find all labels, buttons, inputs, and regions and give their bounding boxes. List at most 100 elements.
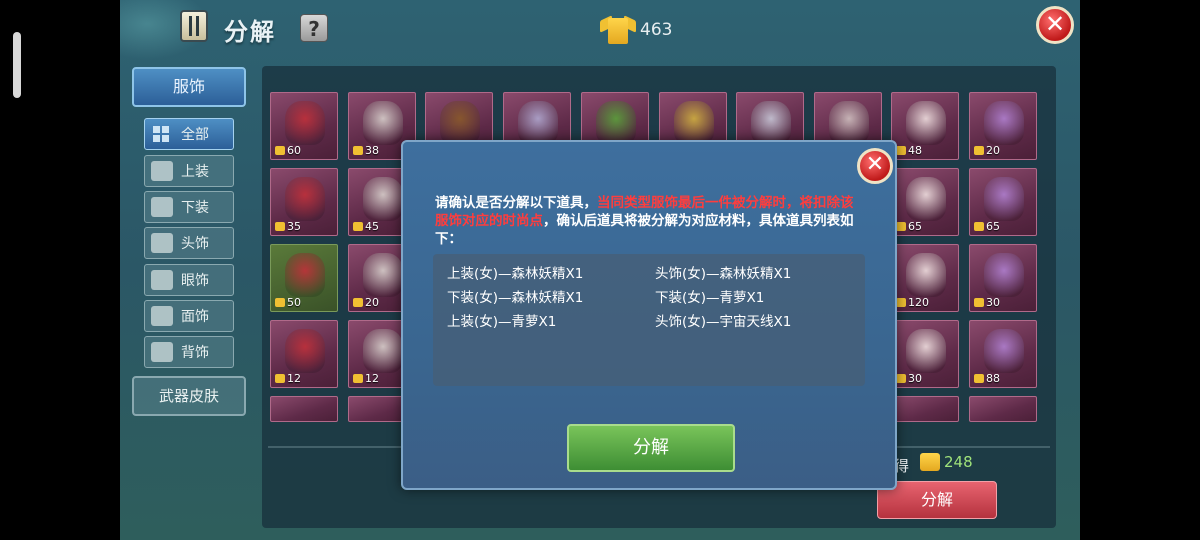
tab-weapon-skins[interactable]: 武器皮肤: [132, 376, 246, 416]
sidebar-item-label: 头饰: [181, 236, 209, 252]
item-thumbnail: [285, 329, 325, 373]
game-screen: 分解 ? 463 ✕ 服饰 全部 上装 下装 头饰 眼饰 面饰 背饰 武器皮肤 …: [120, 0, 1080, 540]
sidebar-item-label: 面饰: [181, 309, 209, 325]
item-list: 上装(女)—森林妖精X1 头饰(女)—森林妖精X1 下装(女)—森林妖精X1 下…: [433, 254, 865, 386]
sidebar-item-label: 全部: [181, 127, 209, 143]
item-slot[interactable]: 20: [969, 92, 1037, 160]
tab-costume[interactable]: 服饰: [132, 67, 246, 107]
total-yield: 248: [920, 453, 973, 471]
close-button[interactable]: ✕: [1036, 6, 1074, 44]
item-quantity: 38: [353, 144, 379, 157]
dialog-message: 请确认是否分解以下道具，当同类型服饰最后一件被分解时，将扣除该服饰对应的时尚点，…: [435, 194, 865, 248]
item-slot[interactable]: 12: [270, 320, 338, 388]
sidebar-item-back[interactable]: 背饰: [144, 336, 234, 368]
item-thumbnail: [906, 253, 946, 297]
item-quantity: 30: [896, 372, 922, 385]
help-button[interactable]: ?: [300, 14, 328, 42]
item-thumbnail: [363, 329, 403, 373]
dialog-message-part1: 请确认是否分解以下道具，: [435, 195, 597, 211]
item-thumbnail: [363, 253, 403, 297]
item-quantity: 50: [275, 296, 301, 309]
item-slot[interactable]: [270, 396, 338, 422]
list-item: 头饰(女)—森林妖精X1: [655, 266, 792, 282]
sidebar-item-label: 下装: [181, 200, 209, 216]
item-thumbnail: [285, 177, 325, 221]
item-slot[interactable]: 60: [270, 92, 338, 160]
item-quantity: 35: [275, 220, 301, 233]
item-quantity: 20: [353, 296, 379, 309]
item-quantity: 12: [275, 372, 301, 385]
sidebar-item-bottom[interactable]: 下装: [144, 191, 234, 223]
system-gesture-bar[interactable]: [13, 32, 21, 98]
item-thumbnail: [984, 329, 1024, 373]
sidebar-item-label: 眼饰: [181, 273, 209, 289]
item-quantity: 30: [974, 296, 1000, 309]
item-quantity: 60: [275, 144, 301, 157]
shirt-currency-icon: [920, 453, 940, 471]
list-item: 下装(女)—森林妖精X1: [447, 290, 584, 306]
headwear-icon: [151, 233, 173, 253]
item-slot[interactable]: 50: [270, 244, 338, 312]
item-thumbnail: [906, 329, 946, 373]
item-thumbnail: [829, 101, 869, 145]
confirm-decompose-button[interactable]: 分解: [567, 424, 735, 472]
item-thumbnail: [751, 101, 791, 145]
shirt-currency-icon: [600, 14, 636, 46]
item-quantity: 12: [353, 372, 379, 385]
currency-value: 463: [640, 20, 673, 40]
letterbox-right: [1080, 0, 1200, 540]
item-thumbnail: [285, 101, 325, 145]
letterbox-left: [0, 0, 120, 540]
item-thumbnail: [984, 101, 1024, 145]
item-thumbnail: [440, 101, 480, 145]
item-slot[interactable]: 120: [891, 244, 959, 312]
item-slot[interactable]: [969, 396, 1037, 422]
item-quantity: 20: [974, 144, 1000, 157]
item-slot[interactable]: 30: [969, 244, 1037, 312]
item-slot[interactable]: 48: [891, 92, 959, 160]
currency-display: 463: [600, 14, 672, 46]
item-slot[interactable]: 35: [270, 168, 338, 236]
sidebar-item-face[interactable]: 面饰: [144, 300, 234, 332]
item-thumbnail: [674, 101, 714, 145]
item-thumbnail: [596, 101, 636, 145]
list-item: 头饰(女)—宇宙天线X1: [655, 314, 792, 330]
sidebar-item-all[interactable]: 全部: [144, 118, 234, 150]
eyewear-icon: [151, 270, 173, 290]
item-thumbnail: [984, 253, 1024, 297]
list-item: 下装(女)—青萝X1: [655, 290, 765, 306]
top-clothing-icon: [151, 161, 173, 181]
sidebar-item-label: 背饰: [181, 345, 209, 361]
sidebar-item-eyewear[interactable]: 眼饰: [144, 264, 234, 296]
item-quantity: 65: [974, 220, 1000, 233]
item-thumbnail: [984, 177, 1024, 221]
page-title: 分解: [224, 18, 276, 46]
list-item: 上装(女)—森林妖精X1: [447, 266, 584, 282]
item-quantity: 65: [896, 220, 922, 233]
item-thumbnail: [518, 101, 558, 145]
item-quantity: 45: [353, 220, 379, 233]
book-icon: [180, 10, 208, 42]
back-accessory-icon: [151, 342, 173, 362]
item-slot[interactable]: 65: [969, 168, 1037, 236]
grid-icon: [151, 124, 173, 144]
item-quantity: 48: [896, 144, 922, 157]
item-thumbnail: [363, 177, 403, 221]
face-accessory-icon: [151, 306, 173, 326]
confirm-dialog: ✕ 请确认是否分解以下道具，当同类型服饰最后一件被分解时，将扣除该服饰对应的时尚…: [401, 140, 897, 490]
item-thumbnail: [363, 101, 403, 145]
item-slot[interactable]: 88: [969, 320, 1037, 388]
item-slot[interactable]: [891, 396, 959, 422]
item-quantity: 88: [974, 372, 1000, 385]
sidebar-item-headwear[interactable]: 头饰: [144, 227, 234, 259]
item-slot[interactable]: 65: [891, 168, 959, 236]
dialog-close-button[interactable]: ✕: [857, 148, 893, 184]
list-item: 上装(女)—青萝X1: [447, 314, 557, 330]
bottom-clothing-icon: [151, 197, 173, 217]
item-quantity: 120: [896, 296, 929, 309]
sidebar-item-top[interactable]: 上装: [144, 155, 234, 187]
item-thumbnail: [285, 253, 325, 297]
item-slot[interactable]: 30: [891, 320, 959, 388]
sidebar-item-label: 上装: [181, 164, 209, 180]
total-value: 248: [944, 453, 973, 471]
